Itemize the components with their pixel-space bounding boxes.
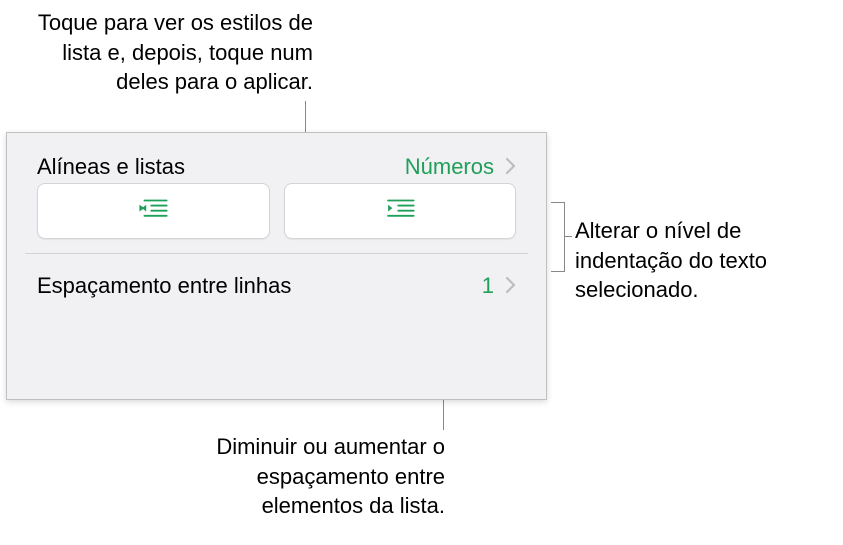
row-line-spacing[interactable]: Espaçamento entre linhas 1 xyxy=(25,254,528,318)
callout-bracket xyxy=(551,202,565,272)
chevron-right-icon xyxy=(506,154,516,180)
annotation-list-styles: Toque para ver os estilos de lista e, de… xyxy=(8,8,313,97)
annotation-spacing: Diminuir ou aumentar o espaçamento entre… xyxy=(170,432,445,521)
outdent-icon xyxy=(136,196,170,227)
list-style-text: Números xyxy=(405,154,494,180)
indent-icon xyxy=(383,196,417,227)
bullets-lists-label: Alíneas e listas xyxy=(37,154,185,180)
line-spacing-label: Espaçamento entre linhas xyxy=(37,273,291,299)
row-bullets-lists[interactable]: Alíneas e listas Números xyxy=(25,133,528,183)
line-spacing-value-container[interactable]: 1 xyxy=(482,273,516,299)
indent-controls xyxy=(25,183,528,254)
line-spacing-value: 1 xyxy=(482,273,494,299)
format-panel: Alíneas e listas Números xyxy=(6,132,547,400)
list-style-value[interactable]: Números xyxy=(405,154,516,180)
annotation-indent: Alterar o nível de indentação do texto s… xyxy=(575,216,835,305)
callout-bracket-stem xyxy=(564,236,572,237)
indent-button[interactable] xyxy=(284,183,517,239)
chevron-right-icon xyxy=(506,273,516,299)
outdent-button[interactable] xyxy=(37,183,270,239)
